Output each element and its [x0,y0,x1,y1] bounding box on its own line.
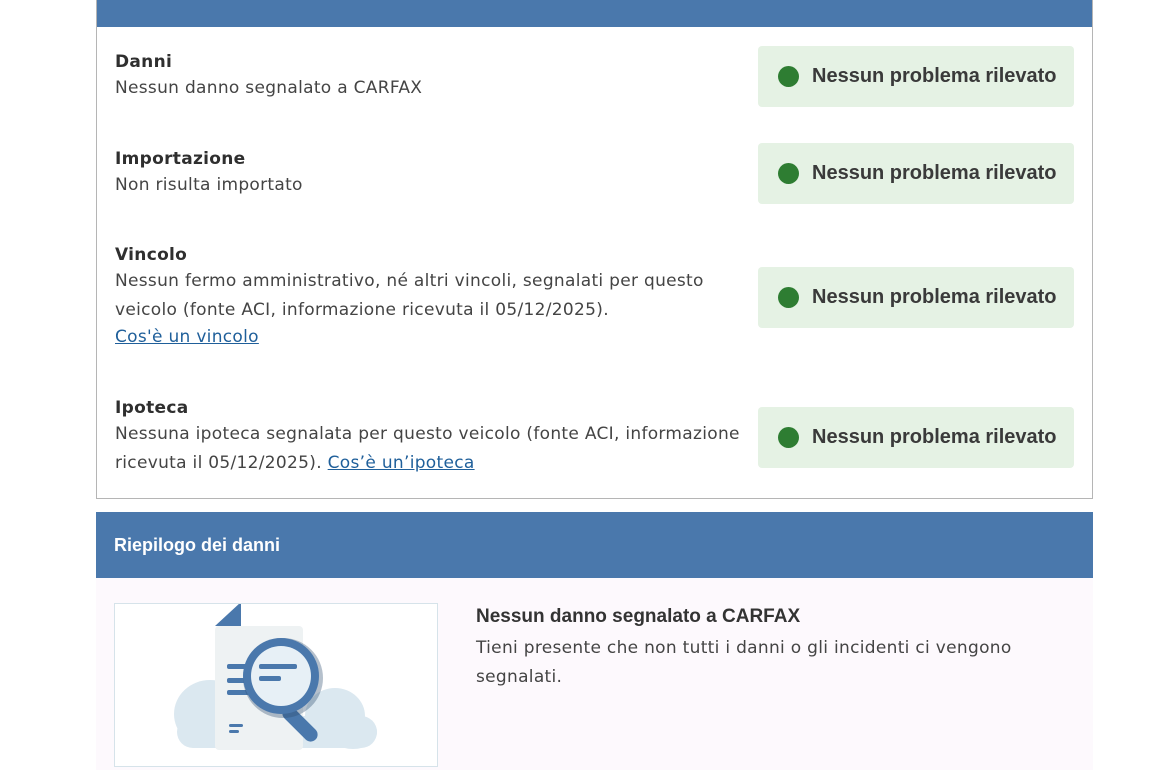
vincolo-info-link[interactable]: Cos'è un vincolo [115,327,259,347]
check-title: Vincolo [115,245,188,265]
check-description: Nessun fermo amministrativo, né altri vi… [115,271,704,320]
status-text: Nessun problema rilevato [812,286,1057,308]
green-dot-icon [778,427,799,448]
ipoteca-info-link[interactable]: Cos’è un’ipoteca [328,453,475,473]
history-checks-card: Danni Nessun danno segnalato a CARFAX Ne… [96,0,1093,499]
status-text: Nessun problema rilevato [812,65,1057,87]
card-header-strip [97,0,1092,27]
status-text: Nessun problema rilevato [812,162,1057,184]
green-dot-icon [778,287,799,308]
document-magnifier-illustration [114,602,438,767]
check-description: Non risulta importato [115,175,303,195]
status-badge-vincolo: Nessun problema rilevato [758,267,1074,328]
status-badge-ipoteca: Nessun problema rilevato [758,407,1074,468]
summary-body: Nessun danno segnalato a CARFAX Tieni pr… [96,578,1093,770]
summary-header: Riepilogo dei danni [96,512,1093,578]
status-text: Nessun problema rilevato [812,426,1057,448]
summary-title: Nessun danno segnalato a CARFAX [476,606,801,627]
check-description: Nessun danno segnalato a CARFAX [115,78,423,98]
check-description: Nessuna ipoteca segnalata per questo vei… [115,420,745,478]
green-dot-icon [778,163,799,184]
status-badge-importazione: Nessun problema rilevato [758,143,1074,204]
status-badge-danni: Nessun problema rilevato [758,46,1074,107]
summary-text: Tieni presente che non tutti i danni o g… [476,638,1012,687]
document-magnifier-icon [174,602,377,750]
green-dot-icon [778,66,799,87]
